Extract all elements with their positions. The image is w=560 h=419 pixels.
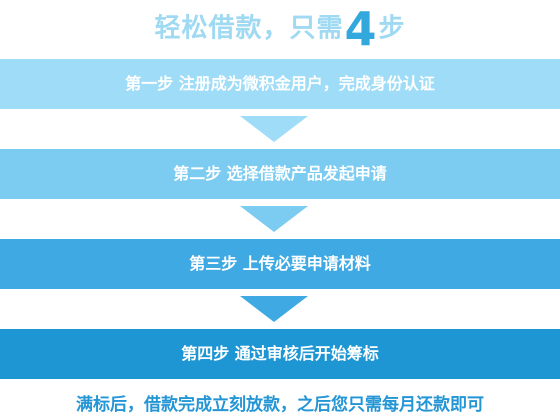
- step-2-label: 第二步 选择借款产品发起申请: [173, 164, 387, 183]
- step-3-label: 第三步 上传必要申请材料: [189, 254, 371, 273]
- footer-note: 满标后，借款完成立刻放款，之后您只需每月还款即可: [76, 395, 484, 415]
- step-1-banner: 第一步 注册成为微积金用户，完成身份认证: [0, 59, 560, 109]
- page-title: 轻松借款，只需4步: [0, 2, 560, 54]
- step-3-banner: 第三步 上传必要申请材料: [0, 239, 560, 289]
- down-arrow-icon: [240, 296, 308, 322]
- step-1-label: 第一步 注册成为微积金用户，完成身份认证: [125, 74, 435, 93]
- title-prefix: 轻松借款，只需: [154, 13, 344, 44]
- down-arrow-icon: [240, 116, 308, 142]
- step-4-label: 第四步 通过审核后开始筹标: [181, 344, 379, 363]
- title-suffix: 步: [378, 13, 406, 44]
- title-step-count: 4: [344, 1, 378, 56]
- down-arrow-icon: [240, 206, 308, 232]
- step-2-banner: 第二步 选择借款产品发起申请: [0, 149, 560, 199]
- step-4-banner: 第四步 通过审核后开始筹标: [0, 329, 560, 379]
